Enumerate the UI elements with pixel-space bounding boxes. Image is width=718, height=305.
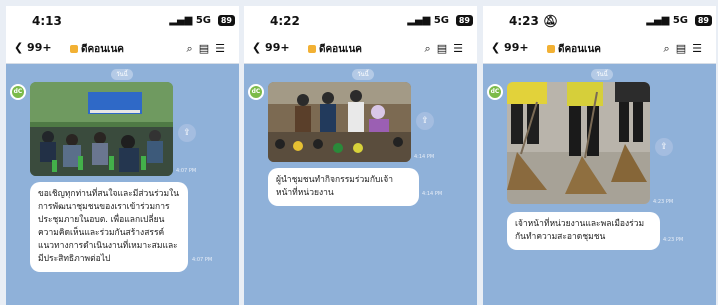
header-actions: ⌕▤☰ xyxy=(187,42,231,56)
status-bar: 4:22 ▂▄▆ 5G 89 xyxy=(244,6,477,34)
status-time: 4:22 xyxy=(270,14,300,28)
verified-icon xyxy=(547,45,555,53)
search-icon[interactable]: ⌕ xyxy=(425,42,437,55)
screenshot-collage: 4:13 ▂▄▆ 5G 89 ❮ 99+ ดีคอนเนค ⌕▤☰ วันนี้… xyxy=(0,0,718,305)
message-bubble[interactable]: ขอเชิญทุกท่านที่สนใจและมีส่วนร่วมในการพั… xyxy=(30,182,188,272)
share-button[interactable]: ⇪ xyxy=(178,124,196,142)
chat-screen-2: 4:22 ▂▄▆ 5G 89 ❮ 99+ ดีคอนเนค ⌕▤☰ วันนี้… xyxy=(244,6,477,305)
chat-screen-1: 4:13 ▂▄▆ 5G 89 ❮ 99+ ดีคอนเนค ⌕▤☰ วันนี้… xyxy=(6,6,239,305)
battery-indicator: 89 xyxy=(455,15,473,26)
chat-header: ❮ 99+ ดีคอนเนค ⌕▤☰ xyxy=(244,34,477,64)
day-separator: วันนี้ xyxy=(591,69,613,80)
search-icon[interactable]: ⌕ xyxy=(187,42,199,55)
day-separator: วันนี้ xyxy=(111,69,133,80)
chat-screen-3: 4:23 🔕︎ ▂▄▆ 5G 89 ❮ 99+ ดีคอนเนค ⌕▤☰ วัน… xyxy=(483,6,716,305)
signal-indicator: ▂▄▆ 5G xyxy=(646,15,688,26)
message-photo[interactable] xyxy=(507,82,650,204)
message-time: 4:14 PM xyxy=(414,154,435,160)
sender-avatar[interactable]: dC xyxy=(10,84,26,100)
back-button[interactable]: ❮ 99+ xyxy=(252,41,290,54)
cleanup-photo xyxy=(507,82,650,204)
status-time: 4:13 xyxy=(32,14,62,28)
notes-icon[interactable]: ▤ xyxy=(437,42,453,55)
message-bubble[interactable]: เจ้าหน้าที่หน่วยงานและพลเมืองร่วมกันทำคว… xyxy=(507,212,660,250)
message-time: 4:23 PM xyxy=(653,199,674,205)
bell-icon: 🔕︎ xyxy=(543,14,559,28)
chat-title: ดีคอนเนค xyxy=(70,42,124,57)
status-bar: 4:13 ▂▄▆ 5G 89 xyxy=(6,6,239,34)
message-bubble[interactable]: ผู้นำชุมชนทำกิจกรรมร่วมกับเจ้าหน้าที่หน่… xyxy=(268,168,419,206)
header-actions: ⌕▤☰ xyxy=(664,42,708,56)
meeting-photo xyxy=(30,82,173,176)
chat-title: ดีคอนเนค xyxy=(547,42,601,57)
message-time: 4:07 PM xyxy=(192,257,213,263)
sender-avatar[interactable]: dC xyxy=(487,84,503,100)
notes-icon[interactable]: ▤ xyxy=(676,42,692,55)
signal-indicator: ▂▄▆ 5G xyxy=(169,15,211,26)
share-button[interactable]: ⇪ xyxy=(655,138,673,156)
message-photo[interactable] xyxy=(268,82,411,162)
message-time: 4:14 PM xyxy=(422,191,443,197)
day-separator: วันนี้ xyxy=(352,69,374,80)
status-bar: 4:23 🔕︎ ▂▄▆ 5G 89 xyxy=(483,6,716,34)
message-time: 4:07 PM xyxy=(176,168,197,174)
battery-indicator: 89 xyxy=(217,15,235,26)
verified-icon xyxy=(70,45,78,53)
header-actions: ⌕▤☰ xyxy=(425,42,469,56)
battery-indicator: 89 xyxy=(694,15,712,26)
search-icon[interactable]: ⌕ xyxy=(664,42,676,55)
sender-avatar[interactable]: dC xyxy=(248,84,264,100)
notes-icon[interactable]: ▤ xyxy=(199,42,215,55)
signal-indicator: ▂▄▆ 5G xyxy=(407,15,449,26)
status-time: 4:23 🔕︎ xyxy=(509,14,559,28)
share-button[interactable]: ⇪ xyxy=(416,112,434,130)
chat-title: ดีคอนเนค xyxy=(308,42,362,57)
message-time: 4:23 PM xyxy=(663,237,684,243)
back-button[interactable]: ❮ 99+ xyxy=(14,41,52,54)
message-photo[interactable] xyxy=(30,82,173,176)
menu-icon[interactable]: ☰ xyxy=(215,42,231,55)
menu-icon[interactable]: ☰ xyxy=(692,42,708,55)
community-activity-photo xyxy=(268,82,411,162)
menu-icon[interactable]: ☰ xyxy=(453,42,469,55)
verified-icon xyxy=(308,45,316,53)
back-button[interactable]: ❮ 99+ xyxy=(491,41,529,54)
chat-header: ❮ 99+ ดีคอนเนค ⌕▤☰ xyxy=(483,34,716,64)
chat-header: ❮ 99+ ดีคอนเนค ⌕▤☰ xyxy=(6,34,239,64)
